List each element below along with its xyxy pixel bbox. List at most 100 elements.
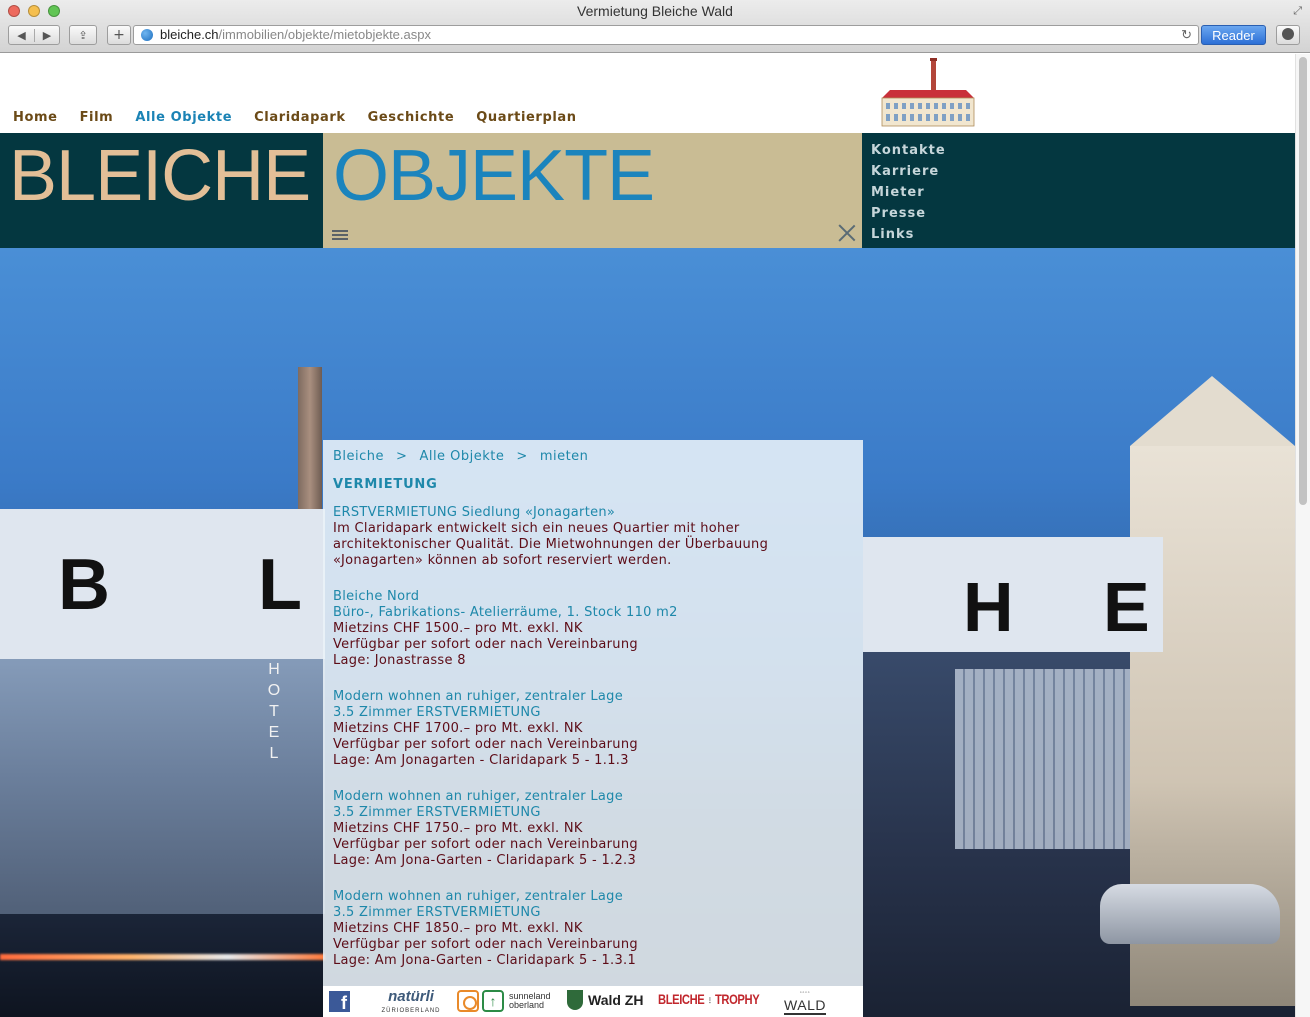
listing-rent: Mietzins CHF 1700.– pro Mt. exkl. NK xyxy=(333,721,583,736)
bridge-letter: E xyxy=(1103,568,1150,646)
listing-subtitle[interactable]: Büro-, Fabrikations- Atelierräume, 1. St… xyxy=(333,605,853,621)
listing-subtitle[interactable]: 3.5 Zimmer ERSTVERMIETUNG xyxy=(333,905,853,921)
wald-crest-icon xyxy=(567,990,583,1010)
listing-availability: Verfügbar per sofort oder nach Vereinbar… xyxy=(333,837,638,852)
natuerli-logo[interactable]: natürli ZÜRIOBERLAND xyxy=(380,989,442,1017)
sidenav-presse[interactable]: Presse xyxy=(871,203,946,224)
forward-button[interactable]: ▶ xyxy=(33,28,59,42)
window-title: Vermietung Bleiche Wald xyxy=(577,3,733,19)
listing-location: Lage: Am Jonagarten - Claridapark 5 - 1.… xyxy=(333,753,629,768)
listing-title[interactable]: ERSTVERMIETUNG Siedlung «Jonagarten» xyxy=(333,505,853,521)
listing-rent: Mietzins CHF 1750.– pro Mt. exkl. NK xyxy=(333,821,583,836)
back-button[interactable]: ◀ xyxy=(9,29,34,42)
fullscreen-icon[interactable]: ⤢ xyxy=(1293,4,1302,18)
wald-zh-logo[interactable]: Wald ZH xyxy=(567,990,643,1010)
scrollbar-thumb[interactable] xyxy=(1299,57,1307,505)
trophy-text-1: BLEICHE xyxy=(658,991,705,1007)
nav-quartierplan[interactable]: Quartierplan xyxy=(476,110,576,125)
reload-icon[interactable]: ↻ xyxy=(1181,26,1192,44)
listing-text: Im Claridapark entwickelt sich ein neues… xyxy=(333,521,769,568)
nav-geschichte[interactable]: Geschichte xyxy=(368,110,455,125)
url-host: bleiche.ch xyxy=(160,27,219,42)
listing-rent: Mietzins CHF 1500.– pro Mt. exkl. NK xyxy=(333,621,583,636)
listing-availability: Verfügbar per sofort oder nach Vereinbar… xyxy=(333,637,638,652)
close-icon[interactable] xyxy=(838,224,856,242)
web-page: B L HOTEL H E Home Film Alle Objekte Cla… xyxy=(0,54,1295,1017)
listing-entry: Modern wohnen an ruhiger, zentraler Lage… xyxy=(333,789,853,869)
sunneland-arrow-icon: ↑ xyxy=(482,990,504,1012)
listing-location: Lage: Jonastrasse 8 xyxy=(333,653,466,668)
url-path: /immobilien/objekte/mietobjekte.aspx xyxy=(218,27,431,42)
trophy-text-2: TROPHY xyxy=(714,991,760,1007)
bridge-left: B L xyxy=(0,509,325,659)
natuerli-logo-text: natürli xyxy=(388,988,434,1005)
listing-title[interactable]: Bleiche Nord xyxy=(333,589,853,605)
road xyxy=(0,914,325,1017)
rollt-wheel-icon: ◦◦◦◦ xyxy=(799,990,811,996)
partner-logos: f natürli ZÜRIOBERLAND ↑ sunneland oberl… xyxy=(323,986,863,1017)
natuerli-logo-sub: ZÜRIOBERLAND xyxy=(381,1008,441,1014)
downloads-button[interactable] xyxy=(1276,25,1300,45)
trophy-dot-icon: ⋮ xyxy=(707,997,713,1005)
sunneland-logo[interactable]: ↑ sunneland oberland xyxy=(457,989,557,1013)
sunneland-circle-icon xyxy=(457,990,479,1012)
nav-claridapark[interactable]: Claridapark xyxy=(254,110,345,125)
bridge-right: H E xyxy=(863,537,1163,652)
construction-tower xyxy=(955,669,1140,849)
nav-home[interactable]: Home xyxy=(13,110,58,125)
listing-location: Lage: Am Jona-Garten - Claridapark 5 - 1… xyxy=(333,853,637,868)
wald-zh-text: Wald ZH xyxy=(588,992,644,1008)
breadcrumb-alle-objekte[interactable]: Alle Objekte xyxy=(419,449,504,464)
rollt-text: WALD ROLLT xyxy=(781,997,829,1017)
sidenav-mieter[interactable]: Mieter xyxy=(871,182,946,203)
bridge-letter: H xyxy=(963,568,1014,646)
hotel-sign: HOTEL xyxy=(267,661,281,762)
share-button[interactable]: ⇪ xyxy=(69,25,97,45)
car xyxy=(1100,884,1280,944)
breadcrumb: Bleiche > Alle Objekte > mieten xyxy=(333,449,853,464)
nav-alle-objekte[interactable]: Alle Objekte xyxy=(135,110,232,125)
listing-rent: Mietzins CHF 1850.– pro Mt. exkl. NK xyxy=(333,921,583,936)
menu-icon[interactable] xyxy=(332,230,348,240)
breadcrumb-separator: > xyxy=(396,449,408,464)
section-title: OBJEKTE xyxy=(333,136,655,216)
breadcrumb-mieten[interactable]: mieten xyxy=(540,449,589,464)
listing-availability: Verfügbar per sofort oder nach Vereinbar… xyxy=(333,937,638,952)
listing-title[interactable]: Modern wohnen an ruhiger, zentraler Lage xyxy=(333,889,853,905)
back-forward-buttons: ◀ ▶ xyxy=(8,25,60,45)
wald-rollt-logo[interactable]: ◦◦◦◦ WALD ROLLT xyxy=(761,989,849,1017)
listing-subtitle[interactable]: 3.5 Zimmer ERSTVERMIETUNG xyxy=(333,805,853,821)
listing-entry: Modern wohnen an ruhiger, zentraler Lage… xyxy=(333,689,853,769)
address-bar[interactable]: bleiche.ch/immobilien/objekte/mietobjekt… xyxy=(133,25,1199,45)
breadcrumb-separator: > xyxy=(516,449,528,464)
sidenav-karriere[interactable]: Karriere xyxy=(871,161,946,182)
sidenav-links[interactable]: Links xyxy=(871,224,946,245)
facebook-icon[interactable]: f xyxy=(329,991,350,1013)
bridge-letter: L xyxy=(258,545,302,625)
sunneland-text-2: oberland xyxy=(509,1000,545,1010)
content-panel: Bleiche > Alle Objekte > mieten VERMIETU… xyxy=(323,440,863,1017)
listing-location: Lage: Am Jona-Garten - Claridapark 5 - 1… xyxy=(333,953,637,968)
reader-button[interactable]: Reader xyxy=(1201,25,1266,45)
factory-logo[interactable] xyxy=(878,58,978,130)
globe-icon xyxy=(141,29,153,41)
listing-entry: ERSTVERMIETUNG Siedlung «Jonagarten» Im … xyxy=(333,505,853,569)
breadcrumb-bleiche[interactable]: Bleiche xyxy=(333,449,384,464)
nav-film[interactable]: Film xyxy=(80,110,114,125)
side-navigation: Kontakte Karriere Mieter Presse Links xyxy=(871,140,946,245)
listing-entry: Modern wohnen an ruhiger, zentraler Lage… xyxy=(333,889,853,969)
bleiche-trophy-logo[interactable]: BLEICHE ⋮ TROPHY xyxy=(658,991,760,1007)
section-heading: VERMIETUNG xyxy=(333,477,438,492)
site-title: BLEICHE xyxy=(9,136,311,216)
sidenav-kontakte[interactable]: Kontakte xyxy=(871,140,946,161)
listing-subtitle[interactable]: 3.5 Zimmer ERSTVERMIETUNG xyxy=(333,705,853,721)
page-scrollbar[interactable] xyxy=(1295,54,1310,1017)
listing-entry: Bleiche Nord Büro-, Fabrikations- Atelie… xyxy=(333,589,853,669)
add-bookmark-button[interactable]: + xyxy=(107,25,131,45)
browser-chrome: Vermietung Bleiche Wald ⤢ ◀ ▶ ⇪ + bleich… xyxy=(0,0,1310,53)
top-navigation: Home Film Alle Objekte Claridapark Gesch… xyxy=(13,110,577,125)
listing-title[interactable]: Modern wohnen an ruhiger, zentraler Lage xyxy=(333,689,853,705)
bridge-letter: B xyxy=(58,545,110,625)
listing-availability: Verfügbar per sofort oder nach Vereinbar… xyxy=(333,737,638,752)
listing-title[interactable]: Modern wohnen an ruhiger, zentraler Lage xyxy=(333,789,853,805)
